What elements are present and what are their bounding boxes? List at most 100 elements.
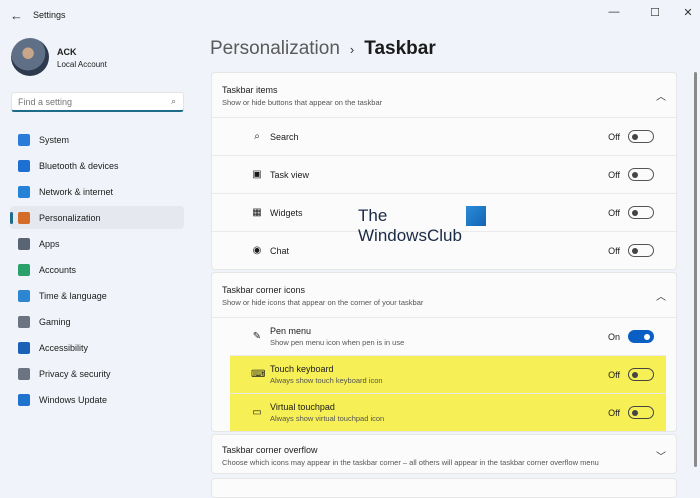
toggle-switch[interactable] bbox=[628, 206, 654, 219]
section-title: Taskbar corner overflow bbox=[222, 445, 318, 455]
sidebar-item-windows-update[interactable]: Windows Update bbox=[10, 388, 184, 411]
setting-description: Show pen menu icon when pen is in use bbox=[270, 338, 405, 347]
toggle-switch[interactable] bbox=[628, 368, 654, 381]
search-input[interactable] bbox=[18, 97, 158, 107]
apps-icon bbox=[18, 237, 30, 250]
sidebar-item-bluetooth-devices[interactable]: Bluetooth & devices bbox=[10, 154, 184, 177]
sidebar-item-privacy-security[interactable]: Privacy & security bbox=[10, 362, 184, 385]
next-card[interactable] bbox=[211, 478, 677, 498]
toggle-state: Off bbox=[608, 369, 620, 380]
sidebar-item-gaming[interactable]: Gaming bbox=[10, 310, 184, 333]
user-name: ACK bbox=[57, 47, 77, 57]
sidebar-item-label: Gaming bbox=[39, 316, 71, 327]
corner-icons-header[interactable]: Taskbar corner icons Show or hide icons … bbox=[212, 273, 676, 317]
sidebar-item-label: Accessibility bbox=[39, 342, 89, 353]
toggle-switch[interactable] bbox=[628, 168, 654, 181]
sidebar-item-apps[interactable]: Apps bbox=[10, 232, 184, 255]
wifi-icon bbox=[18, 185, 30, 198]
search-icon: ⌕ bbox=[254, 131, 260, 142]
minimize-button[interactable]: — bbox=[604, 6, 624, 18]
setting-label: Virtual touchpad bbox=[270, 402, 335, 412]
sidebar-item-label: Apps bbox=[39, 238, 60, 249]
breadcrumb: Personalization › Taskbar bbox=[210, 38, 436, 60]
setting-description: Always show virtual touchpad icon bbox=[270, 414, 385, 423]
title-bar: ← Settings — ☐ ✕ bbox=[0, 0, 700, 30]
section-title: Taskbar items bbox=[222, 85, 278, 95]
toggle-state: Off bbox=[608, 207, 620, 218]
sidebar-item-accounts[interactable]: Accounts bbox=[10, 258, 184, 281]
section-subtitle: Choose which icons may appear in the tas… bbox=[222, 458, 599, 467]
sidebar-item-label: Network & internet bbox=[39, 186, 114, 197]
toggle-switch[interactable] bbox=[628, 130, 654, 143]
accounts-icon bbox=[18, 263, 30, 276]
back-button[interactable]: ← bbox=[10, 8, 23, 23]
setting-label: Widgets bbox=[270, 207, 303, 218]
page-title: Taskbar bbox=[364, 38, 436, 59]
setting-row-search: ⌕ Search Off bbox=[212, 117, 676, 155]
chat-icon: ◉ bbox=[252, 245, 262, 256]
sidebar-item-time-language[interactable]: Time & language bbox=[10, 284, 184, 307]
sidebar-item-network-internet[interactable]: Network & internet bbox=[10, 180, 184, 203]
sidebar-item-label: Accounts bbox=[39, 264, 77, 275]
toggle-state: Off bbox=[608, 245, 620, 256]
maximize-button[interactable]: ☐ bbox=[645, 6, 665, 19]
system-icon bbox=[18, 133, 30, 146]
update-icon bbox=[18, 393, 30, 406]
setting-row-touch-keyboard: ⌨ Touch keyboard Always show touch keyboa… bbox=[230, 355, 666, 393]
chevron-right-icon: › bbox=[349, 42, 355, 57]
toggle-state: Off bbox=[608, 131, 620, 142]
app-title: Settings bbox=[33, 10, 66, 20]
brush-icon bbox=[18, 211, 30, 224]
sidebar-item-label: Windows Update bbox=[39, 394, 108, 405]
setting-label: Search bbox=[270, 131, 299, 142]
sidebar-nav: System Bluetooth & devices Network & inter… bbox=[10, 128, 184, 414]
close-button[interactable]: ✕ bbox=[678, 6, 698, 19]
setting-label: Touch keyboard bbox=[270, 364, 334, 374]
watermark-logo bbox=[466, 206, 486, 226]
touch-keyboard-icon: ⌨ bbox=[251, 369, 266, 380]
section-subtitle: Show or hide icons that appear on the co… bbox=[222, 298, 424, 307]
setting-row-virtual-touchpad: ▭ Virtual touchpad Always show virtual to… bbox=[230, 393, 666, 431]
globe-icon bbox=[18, 289, 30, 302]
sidebar-item-system[interactable]: System bbox=[10, 128, 184, 151]
scrollbar[interactable] bbox=[694, 72, 697, 467]
section-title: Taskbar corner icons bbox=[222, 285, 306, 295]
toggle-switch[interactable] bbox=[628, 406, 654, 419]
toggle-state: Off bbox=[608, 169, 620, 180]
toggle-state: Off bbox=[608, 407, 620, 418]
task-view-icon: ▣ bbox=[252, 169, 262, 180]
corner-overflow-card[interactable]: Taskbar corner overflow Choose which ico… bbox=[211, 434, 677, 474]
toggle-switch[interactable] bbox=[628, 330, 654, 343]
watermark: The WindowsClub bbox=[358, 206, 462, 245]
accessibility-icon bbox=[18, 341, 30, 354]
toggle-switch[interactable] bbox=[628, 244, 654, 257]
setting-label: Task view bbox=[270, 169, 310, 180]
widgets-icon: ▦ bbox=[252, 207, 262, 218]
setting-description: Always show touch keyboard icon bbox=[270, 376, 383, 385]
section-subtitle: Show or hide buttons that appear on the … bbox=[222, 98, 383, 107]
setting-row-task-view: ▣ Task view Off bbox=[212, 155, 676, 193]
virtual-touchpad-icon: ▭ bbox=[252, 407, 262, 418]
sidebar-item-personalization[interactable]: Personalization bbox=[10, 206, 184, 229]
search-box[interactable]: ⌕ bbox=[11, 92, 184, 112]
sidebar-item-accessibility[interactable]: Accessibility bbox=[10, 336, 184, 359]
avatar[interactable] bbox=[11, 38, 49, 76]
breadcrumb-parent[interactable]: Personalization bbox=[210, 38, 340, 59]
chevron-up-icon[interactable]: ︿ bbox=[656, 88, 666, 103]
sidebar-item-label: Bluetooth & devices bbox=[39, 160, 119, 171]
chevron-up-icon[interactable]: ︿ bbox=[656, 288, 666, 303]
setting-label: Pen menu bbox=[270, 326, 312, 336]
gaming-icon bbox=[18, 315, 30, 328]
search-icon: ⌕ bbox=[170, 96, 176, 106]
setting-label: Chat bbox=[270, 245, 290, 256]
taskbar-items-header[interactable]: Taskbar items Show or hide buttons that … bbox=[212, 73, 676, 117]
sidebar-item-label: Personalization bbox=[39, 212, 101, 223]
sidebar-item-label: System bbox=[39, 134, 70, 145]
account-type: Local Account bbox=[57, 60, 107, 69]
shield-icon bbox=[18, 367, 30, 380]
chevron-down-icon[interactable]: ﹀ bbox=[656, 448, 666, 463]
pen-menu-icon: ✎ bbox=[252, 331, 262, 342]
setting-row-pen-menu: ✎ Pen menu Show pen menu icon when pen is… bbox=[212, 317, 676, 355]
toggle-state: On bbox=[607, 331, 620, 342]
sidebar-item-label: Time & language bbox=[39, 290, 107, 301]
